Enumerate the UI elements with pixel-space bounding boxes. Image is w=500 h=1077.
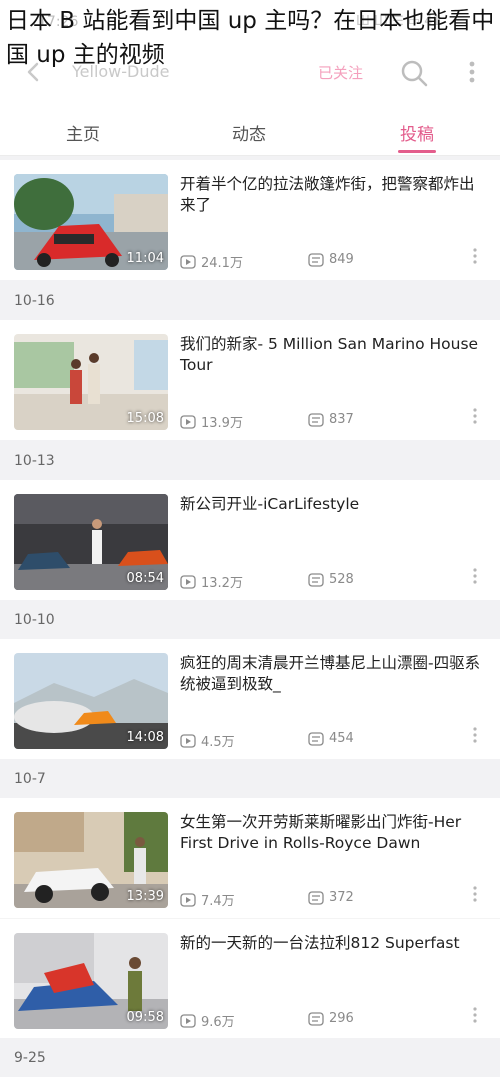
danmaku-icon [308, 731, 324, 746]
video-title[interactable]: 我们的新家- 5 Million San Marino House Tour [180, 334, 486, 376]
danmaku-count-value: 849 [329, 252, 354, 267]
video-thumbnail[interactable]: 15:08 [14, 334, 168, 430]
more-vertical-icon [473, 248, 477, 264]
tab-dynamic[interactable]: 动态 [232, 120, 266, 145]
video-thumbnail[interactable]: 14:08 [14, 653, 168, 749]
danmaku-count: 372 [308, 890, 354, 905]
video-title[interactable]: 女生第一次开劳斯莱斯曜影出门炸街-Her First Drive in Roll… [180, 812, 486, 854]
video-card[interactable]: 09:58 新的一天新的一台法拉利812 Superfast 9.6万 296 [0, 918, 500, 1038]
date-label: 9-25 [14, 1050, 46, 1066]
video-card[interactable]: 08:54 新公司开业-iCarLifestyle 13.2万 528 [0, 480, 500, 600]
play-count-icon [180, 892, 196, 907]
play-count: 7.4万 [180, 890, 235, 909]
tab-bar: 主页 动态 投稿 [0, 100, 500, 156]
video-thumbnail[interactable]: 09:58 [14, 933, 168, 1029]
tab-active-indicator [398, 150, 436, 153]
more-vertical-icon [473, 727, 477, 743]
play-count-icon [180, 574, 196, 589]
video-duration: 09:58 [126, 1010, 164, 1025]
video-duration: 08:54 [126, 571, 164, 586]
date-label: 10-13 [14, 453, 55, 469]
play-count: 4.5万 [180, 731, 235, 750]
video-duration: 15:08 [126, 411, 164, 426]
date-separator: 10-10 [0, 600, 500, 639]
danmaku-icon [308, 252, 324, 267]
danmaku-icon [308, 412, 324, 427]
video-more-button[interactable] [470, 725, 480, 745]
more-vertical-icon [473, 568, 477, 584]
danmaku-icon [308, 890, 324, 905]
more-vertical-icon [473, 408, 477, 424]
video-duration: 14:08 [126, 730, 164, 745]
date-label: 10-16 [14, 293, 55, 309]
video-more-button[interactable] [470, 884, 480, 904]
top-bar: 17:26 Ш Ш ☰ ▭ 41 Yellow-Dude 已关注 [0, 0, 500, 100]
video-card[interactable]: 11:04 开着半个亿的拉法敞篷炸街，把警察都炸出来了 24.1万 849 [0, 160, 500, 280]
play-count: 13.2万 [180, 572, 243, 591]
date-separator: 10-16 [0, 281, 500, 320]
tab-home[interactable]: 主页 [66, 120, 100, 145]
danmaku-icon [308, 1011, 324, 1026]
play-count-value: 9.6万 [201, 1015, 235, 1030]
play-count-value: 4.5万 [201, 735, 235, 750]
video-card[interactable]: 13:39 女生第一次开劳斯莱斯曜影出门炸街-Her First Drive i… [0, 798, 500, 918]
follow-button[interactable]: 已关注 [318, 62, 363, 83]
danmaku-count: 296 [308, 1011, 354, 1026]
danmaku-count-value: 528 [329, 572, 354, 587]
danmaku-count: 528 [308, 572, 354, 587]
date-separator: 10-7 [0, 759, 500, 798]
more-vertical-icon [473, 886, 477, 902]
video-title[interactable]: 疯狂的周末清晨开兰博基尼上山漂圈-四驱系统被逼到极致_ [180, 653, 486, 695]
play-count-value: 24.1万 [201, 256, 243, 271]
channel-name: Yellow-Dude [72, 62, 170, 81]
video-thumbnail[interactable]: 11:04 [14, 174, 168, 270]
video-card[interactable]: 14:08 疯狂的周末清晨开兰博基尼上山漂圈-四驱系统被逼到极致_ 4.5万 4… [0, 639, 500, 759]
more-vertical-icon [473, 1007, 477, 1023]
danmaku-count-value: 837 [329, 412, 354, 427]
play-count-icon [180, 733, 196, 748]
back-button[interactable] [20, 58, 48, 86]
video-more-button[interactable] [470, 406, 480, 426]
danmaku-count: 454 [308, 731, 354, 746]
more-button[interactable] [460, 58, 484, 86]
video-thumbnail[interactable]: 08:54 [14, 494, 168, 590]
date-label: 10-10 [14, 612, 55, 628]
video-title[interactable]: 新公司开业-iCarLifestyle [180, 494, 486, 515]
video-more-button[interactable] [470, 1005, 480, 1025]
video-title[interactable]: 开着半个亿的拉法敞篷炸街，把警察都炸出来了 [180, 174, 486, 216]
danmaku-count-value: 372 [329, 890, 354, 905]
play-count-value: 13.2万 [201, 576, 243, 591]
date-label: 10-7 [14, 771, 46, 787]
video-thumbnail[interactable]: 13:39 [14, 812, 168, 908]
danmaku-count-value: 296 [329, 1011, 354, 1026]
status-time: 17:26 [38, 14, 79, 30]
play-count-icon [180, 414, 196, 429]
video-card[interactable]: 15:08 我们的新家- 5 Million San Marino House … [0, 320, 500, 440]
date-separator: 9-25 [0, 1038, 500, 1077]
play-count-value: 13.9万 [201, 416, 243, 431]
video-more-button[interactable] [470, 566, 480, 586]
play-count-value: 7.4万 [201, 894, 235, 909]
danmaku-icon [308, 572, 324, 587]
play-count: 13.9万 [180, 412, 243, 431]
play-count-icon [180, 254, 196, 269]
date-separator: 10-13 [0, 441, 500, 480]
arrow-left-icon [27, 62, 39, 82]
video-duration: 11:04 [126, 251, 164, 266]
tab-posts[interactable]: 投稿 [400, 120, 434, 145]
play-count-icon [180, 1013, 196, 1028]
search-icon [401, 60, 428, 87]
play-count: 9.6万 [180, 1011, 235, 1030]
status-icons: Ш Ш ☰ ▭ 41 [356, 14, 441, 29]
danmaku-count-value: 454 [329, 731, 354, 746]
search-button[interactable] [398, 57, 430, 89]
danmaku-count: 837 [308, 412, 354, 427]
danmaku-count: 849 [308, 252, 354, 267]
more-vertical-icon [469, 61, 475, 83]
play-count: 24.1万 [180, 252, 243, 271]
video-title[interactable]: 新的一天新的一台法拉利812 Superfast [180, 933, 486, 954]
video-duration: 13:39 [126, 889, 164, 904]
video-more-button[interactable] [470, 246, 480, 266]
